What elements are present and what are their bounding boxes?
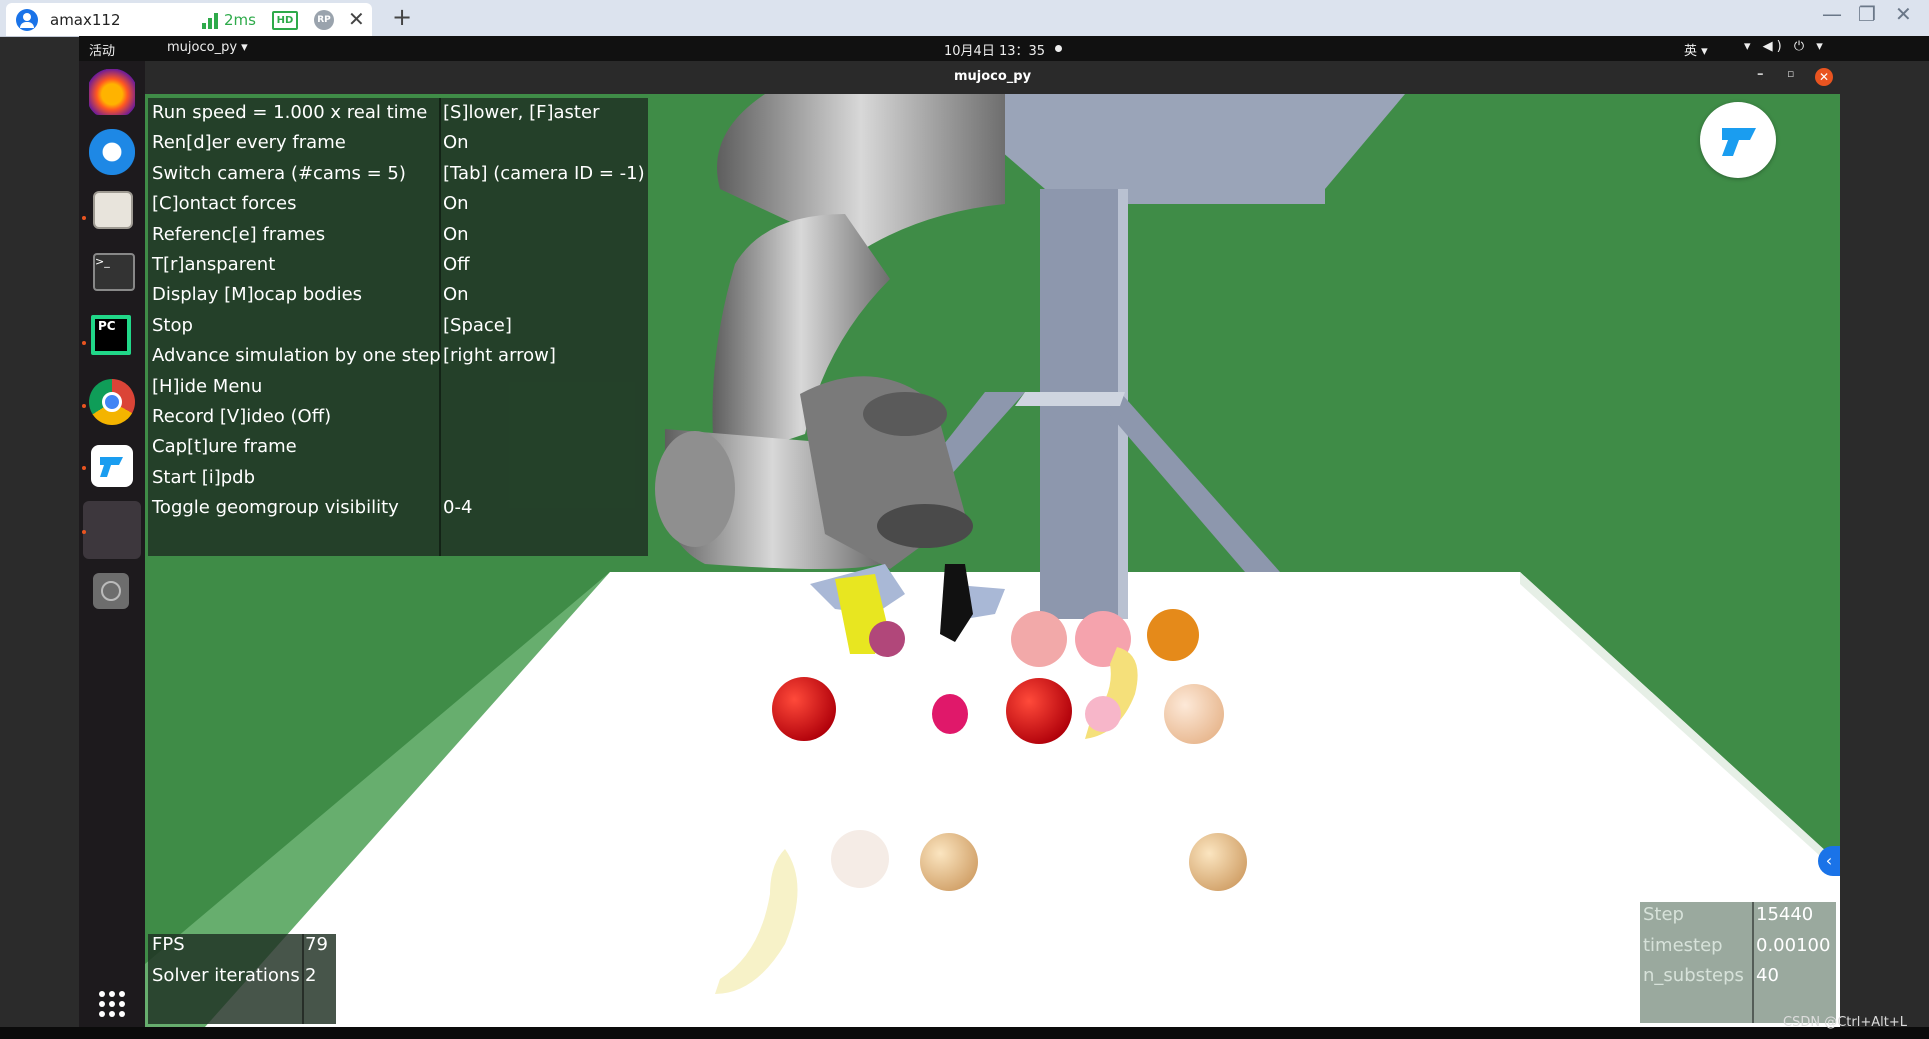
menu-row-key: [C]ontact forces [152, 193, 297, 215]
mujoco-menu-overlay: Run speed = 1.000 x real time [S]lower, [… [148, 98, 648, 556]
new-tab-button[interactable]: + [392, 3, 412, 31]
menu-row-key: Referenc[e] frames [152, 223, 326, 245]
activities-button[interactable]: 活动 [89, 40, 115, 59]
system-top-bar: 活动 mujoco_py ▾ 10月4日 13：35 英 ▾ ▾ ◀) ⏻ ▾ [79, 36, 1929, 61]
fps-row-key: FPS [152, 934, 185, 955]
strawberry [932, 694, 968, 734]
remote-desktop-logo-icon[interactable] [1700, 102, 1776, 178]
menu-row-key: Stop [152, 314, 193, 336]
menu-row-key: Toggle geomgroup visibility [152, 497, 399, 519]
fps-row-key: Solver iterations [152, 965, 300, 986]
menu-row-key: Display [M]ocap bodies [152, 284, 363, 306]
menu-row-key: Cap[t]ure frame [152, 436, 297, 458]
fps-row-value: 79 [305, 934, 328, 955]
close-tab-icon[interactable]: ✕ [348, 7, 365, 31]
potato [920, 833, 978, 891]
session-title: amax112 [50, 11, 121, 29]
step-row-value: 0.00100 [1756, 934, 1831, 956]
menu-row-value: On [443, 284, 469, 306]
menu-row-key: Ren[d]er every frame [152, 132, 346, 154]
red-apple [772, 677, 836, 741]
menu-row-value: On [443, 193, 469, 215]
menu-row-value: On [443, 223, 469, 245]
app-close-button[interactable]: ✕ [1815, 68, 1833, 86]
step-row-value: 15440 [1756, 904, 1814, 925]
remote-tab-bar: amax112 2ms HD RP ✕ + — ❐ ✕ [0, 0, 1929, 37]
step-row-key: timestep [1643, 934, 1723, 956]
app-grid-icon[interactable] [89, 981, 135, 1027]
chrome-icon[interactable] [89, 379, 135, 425]
menu-row-key: Start [i]pdb [152, 466, 256, 488]
app-maximize-button[interactable]: ▫ [1787, 67, 1794, 80]
menu-row-value: On [443, 132, 469, 154]
menu-row-value: Off [443, 254, 470, 275]
input-method-menu[interactable]: 英 ▾ [1684, 40, 1708, 59]
menu-row-value: [Tab] (camera ID = -1) [443, 162, 645, 184]
running-indicator [82, 530, 86, 534]
thunderbird-icon[interactable] [89, 129, 135, 175]
remote-session-tab[interactable]: amax112 2ms HD RP ✕ [6, 3, 372, 36]
menu-row-key: Switch camera (#cams = 5) [152, 162, 406, 184]
menu-row-value: 0-4 [443, 497, 473, 519]
menu-row-key: Record [V]ideo (Off) [152, 406, 332, 427]
pycharm-icon[interactable]: PC [91, 315, 131, 355]
app-minimize-button[interactable]: – [1757, 67, 1764, 82]
running-indicator [82, 404, 86, 408]
latency-readout: 2ms [224, 11, 256, 29]
menu-row-key: Run speed = 1.000 x real time [152, 102, 428, 123]
peach [1164, 684, 1224, 744]
peach [1085, 696, 1121, 732]
fps-overlay: FPS 79 Solver iterations 2 [148, 934, 336, 1024]
fps-row-value: 2 [305, 965, 317, 986]
user-icon [16, 9, 38, 31]
menu-row-key: T[r]ansparent [152, 254, 276, 275]
running-indicator [82, 216, 86, 220]
step-row-key: Step [1643, 904, 1684, 925]
minimize-window-button[interactable]: — [1822, 2, 1842, 26]
side-panel-toggle-icon[interactable]: ‹ [1818, 846, 1840, 876]
running-indicator [82, 341, 86, 345]
active-window-icon[interactable] [83, 501, 141, 559]
red-apple [1006, 678, 1072, 744]
menu-row-key: [H]ide Menu [152, 375, 263, 397]
orange [1147, 609, 1199, 661]
terminal-icon[interactable]: >_ [93, 253, 135, 291]
files-icon[interactable] [93, 191, 133, 229]
system-tray-menu[interactable]: ▾ ◀) ⏻ ▾ [1744, 39, 1827, 54]
app-window-titlebar: mujoco_py – ▫ ✕ [145, 61, 1840, 94]
menu-row-value: [right arrow] [443, 345, 556, 367]
watermark: CSDN @Ctrl+Alt+L [1783, 1015, 1907, 1030]
pink-ball [1011, 611, 1067, 667]
notification-dot-icon [1055, 45, 1062, 52]
disc-icon[interactable] [93, 573, 129, 609]
running-indicator [82, 466, 86, 470]
menu-row-value: [Space] [443, 314, 512, 336]
window-title: mujoco_py [953, 69, 1032, 84]
close-window-button[interactable]: ✕ [1895, 2, 1912, 26]
rp-badge-icon[interactable]: RP [314, 10, 334, 30]
step-row-key: n_substeps [1643, 965, 1744, 986]
menu-row-key: Advance simulation by one step [152, 345, 441, 367]
firefox-icon[interactable] [89, 69, 135, 115]
hd-quality-icon[interactable]: HD [272, 11, 298, 30]
menu-row-value: [S]lower, [F]aster [443, 102, 600, 123]
plum [869, 621, 905, 657]
signal-strength-icon [202, 13, 220, 29]
app-menu-button[interactable]: mujoco_py ▾ [167, 40, 248, 55]
restore-window-button[interactable]: ❐ [1858, 2, 1876, 26]
step-overlay: Step 15440 timestep 0.00100 n_substeps 40 [1640, 902, 1836, 1023]
white-ball [831, 830, 889, 888]
dock: >_ PC [79, 61, 145, 1027]
clock[interactable]: 10月4日 13：35 [944, 40, 1045, 59]
potato [1189, 833, 1247, 891]
bottom-edge [0, 1027, 1929, 1039]
remote-desktop-icon[interactable] [91, 445, 133, 487]
step-row-value: 40 [1756, 965, 1779, 986]
